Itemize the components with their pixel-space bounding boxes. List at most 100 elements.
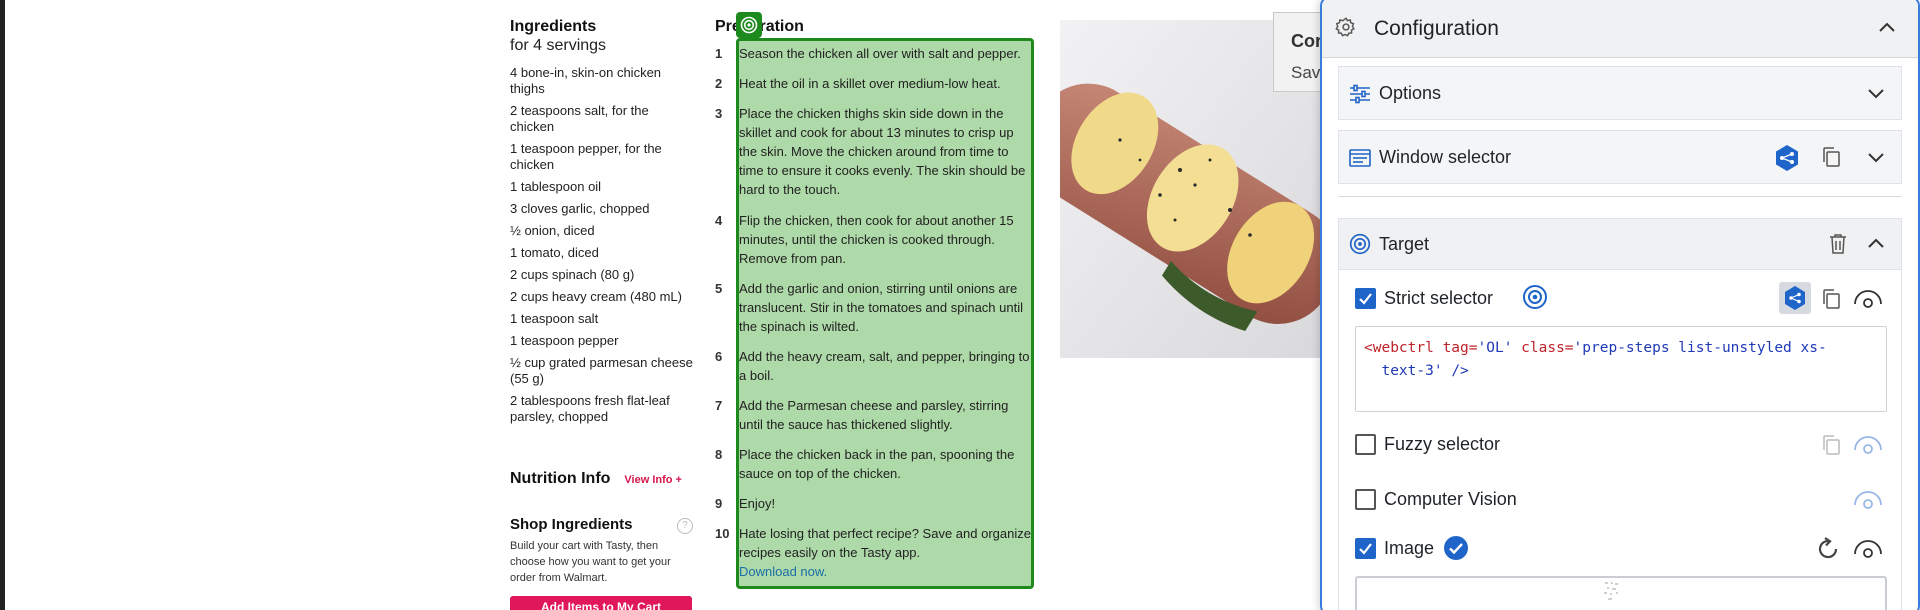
target-label: Target (1379, 234, 1430, 254)
image-row: Image (1355, 532, 1887, 564)
step-number: 6 (715, 349, 723, 364)
target-icon[interactable] (1522, 284, 1548, 315)
step-number: 3 (715, 106, 723, 121)
step-text: Add the Parmesan cheese and parsley, sti… (739, 398, 1009, 432)
ingredient-item: 1 tablespoon oil (510, 179, 602, 194)
step-text: Hate losing that perfect recipe? Save an… (739, 524, 1031, 581)
step-text-body: Hate losing that perfect recipe? Save an… (739, 526, 1031, 560)
prep-step: 9 Enjoy! (715, 494, 1035, 513)
screen: Ingredients for 4 servings 4 bone-in, sk… (0, 0, 1920, 610)
nutrition-info: Nutrition Info View Info + (510, 470, 682, 488)
shop-title: Shop Ingredients (510, 516, 633, 533)
strict-selector-checkbox[interactable] (1355, 288, 1376, 309)
prep-step: 2 Heat the oil in a skillet over medium-l… (715, 74, 1035, 93)
add-items-to-cart-button[interactable]: Add Items to My Cart (510, 596, 692, 610)
ingredient-item: ½ cup grated parmesan cheese (55 g) (510, 355, 693, 386)
step-number: 9 (715, 496, 723, 511)
sliders-icon (1349, 84, 1371, 109)
check-badge-icon (1443, 535, 1469, 566)
eye-icon[interactable] (1853, 434, 1883, 461)
computer-vision-checkbox[interactable] (1355, 489, 1376, 510)
computer-vision-row: Computer Vision (1355, 483, 1887, 515)
nutrition-title: Nutrition Info (510, 470, 611, 487)
selector-network-icon[interactable] (1773, 144, 1801, 177)
step-text: Place the chicken back in the pan, spoon… (739, 447, 1015, 481)
step-text: Add the heavy cream, salt, and pepper, b… (739, 349, 1030, 383)
help-icon[interactable]: ? (677, 518, 693, 534)
code-tag: <webctrl (1364, 340, 1434, 356)
ingredient-item: 1 teaspoon pepper (510, 333, 619, 348)
prep-step: 8 Place the chicken back in the pan, spoo… (715, 445, 1035, 483)
prep-step: 10 Hate losing that perfect recipe? Save … (715, 524, 1035, 581)
step-text: Flip the chicken, then cook for about an… (739, 213, 1014, 266)
ingredients-section: Ingredients for 4 servings 4 bone-in, sk… (510, 18, 695, 431)
window-icon (1349, 148, 1371, 173)
step-number: 2 (715, 76, 723, 91)
chevron-down-icon[interactable] (1867, 151, 1885, 169)
step-number: 1 (715, 46, 723, 61)
eye-icon[interactable] (1853, 489, 1883, 516)
code-attr: tag= (1442, 340, 1478, 356)
options-section[interactable]: Options (1338, 66, 1902, 120)
step-text: Place the chicken thighs skin side down … (739, 106, 1026, 197)
prep-step: 6 Add the heavy cream, salt, and pepper, … (715, 347, 1035, 385)
eye-icon[interactable] (1853, 288, 1883, 315)
ingredient-item: ½ onion, diced (510, 223, 595, 238)
step-text: Enjoy! (739, 496, 776, 511)
code-attr: class= (1521, 340, 1574, 356)
copy-icon[interactable] (1821, 146, 1841, 173)
ingredient-item: 2 cups spinach (80 g) (510, 267, 635, 282)
step-text: Season the chicken all over with salt an… (739, 46, 1021, 61)
fuzzy-selector-checkbox[interactable] (1355, 434, 1376, 455)
image-preview (1355, 576, 1887, 610)
window-selector-section[interactable]: Window selector (1338, 130, 1902, 184)
dialog-title-fragment: Cor (1291, 31, 1322, 51)
code-value: 'prep-steps list-unstyled xs- (1573, 340, 1827, 356)
prep-step: 5 Add the garlic and onion, stirring unti… (715, 279, 1035, 336)
ingredient-item: 2 cups heavy cream (480 mL) (510, 289, 682, 304)
step-number: 5 (715, 281, 723, 296)
configuration-header[interactable]: Configuration (1322, 0, 1918, 58)
divider (1338, 196, 1902, 197)
ingredients-title: Ingredients (510, 18, 597, 35)
prep-steps-list: 1 Season the chicken all over with salt a… (715, 44, 1035, 581)
step-text: Heat the oil in a skillet over medium-lo… (739, 76, 1001, 91)
step-number: 10 (715, 526, 730, 541)
image-checkbox[interactable] (1355, 538, 1376, 559)
shop-ingredients: Shop Ingredients ? Build your cart with … (510, 516, 695, 586)
step-number: 4 (715, 213, 723, 228)
trash-icon[interactable] (1829, 233, 1847, 260)
configuration-title: Configuration (1374, 17, 1499, 40)
eye-icon[interactable] (1853, 538, 1883, 565)
copy-icon[interactable] (1821, 434, 1841, 461)
chevron-down-icon[interactable] (1867, 87, 1885, 105)
copy-icon[interactable] (1821, 288, 1841, 315)
step-text: Add the garlic and onion, stirring until… (739, 281, 1023, 334)
image-label: Image (1384, 538, 1435, 558)
ingredient-item: 3 cloves garlic, chopped (510, 201, 650, 216)
ingredient-item: 1 teaspoon pepper, for the chicken (510, 141, 662, 172)
code-value: 'OL' (1477, 340, 1513, 356)
code-value: text-3' (1381, 363, 1443, 379)
servings-text: for 4 servings (510, 37, 607, 54)
configuration-panel: Configuration Options Window selector Ta… (1320, 0, 1920, 610)
shop-description: Build your cart with Tasty, then choose … (510, 540, 671, 584)
gear-icon (1335, 16, 1357, 43)
ingredient-item: 2 teaspoons salt, for the chicken (510, 103, 649, 134)
strict-selector-code[interactable]: <webctrl tag='OL' class='prep-steps list… (1355, 326, 1887, 412)
chevron-up-icon[interactable] (1867, 236, 1885, 254)
target-header[interactable]: Target (1339, 218, 1901, 270)
refresh-icon[interactable] (1815, 536, 1841, 567)
download-now-link[interactable]: Download now. (739, 564, 827, 579)
view-info-link[interactable]: View Info + (624, 474, 682, 486)
computer-vision-label: Computer Vision (1384, 489, 1517, 509)
step-number: 7 (715, 398, 723, 413)
code-close: /> (1451, 363, 1469, 379)
step-number: 8 (715, 447, 723, 462)
ingredient-item: 1 tomato, diced (510, 245, 599, 260)
options-label: Options (1379, 83, 1442, 103)
target-icon (736, 12, 762, 38)
chevron-up-icon[interactable] (1878, 20, 1896, 38)
selector-network-icon[interactable] (1779, 282, 1811, 314)
target-icon (1349, 233, 1371, 260)
